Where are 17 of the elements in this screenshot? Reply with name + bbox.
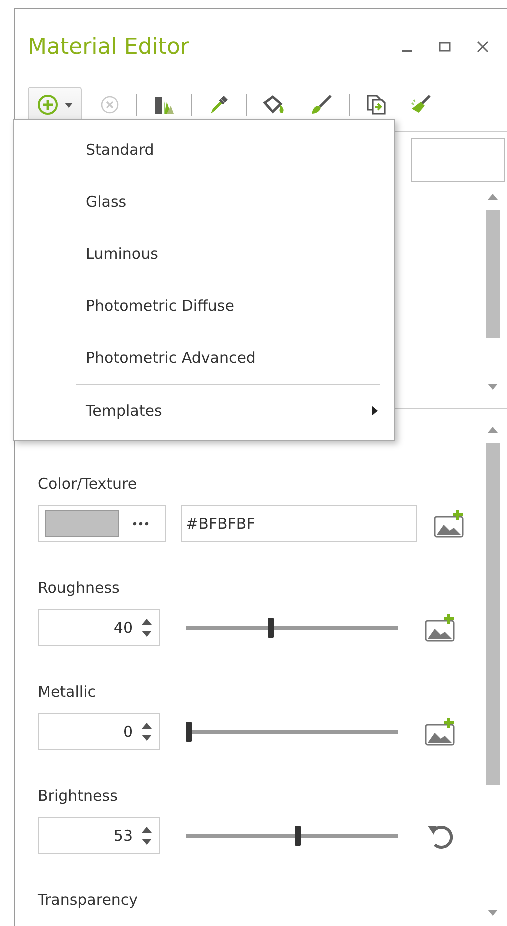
property-label: Roughness bbox=[38, 578, 121, 599]
hex-color-field[interactable]: #BFBFBF bbox=[181, 505, 417, 542]
menu-item[interactable]: Standard bbox=[14, 124, 394, 176]
window-title: Material Editor bbox=[28, 34, 190, 60]
number-spinner[interactable]: 53 bbox=[38, 817, 160, 854]
menu-item[interactable]: Photometric Advanced bbox=[14, 332, 394, 384]
submenu-item[interactable]: Templates bbox=[14, 385, 394, 437]
menu-item[interactable]: Glass bbox=[14, 176, 394, 228]
menu-item[interactable]: Luminous bbox=[14, 228, 394, 280]
property-label: Metallic bbox=[38, 682, 97, 703]
number-spinner[interactable]: 0 bbox=[38, 713, 160, 750]
submenu-label: Templates bbox=[86, 402, 164, 420]
property-label: Color/Texture bbox=[38, 474, 138, 495]
number-spinner[interactable]: 40 bbox=[38, 609, 160, 646]
property-label: Brightness bbox=[38, 786, 119, 807]
property-label: Transparency bbox=[38, 890, 140, 911]
menu-item[interactable]: Photometric Diffuse bbox=[14, 280, 394, 332]
